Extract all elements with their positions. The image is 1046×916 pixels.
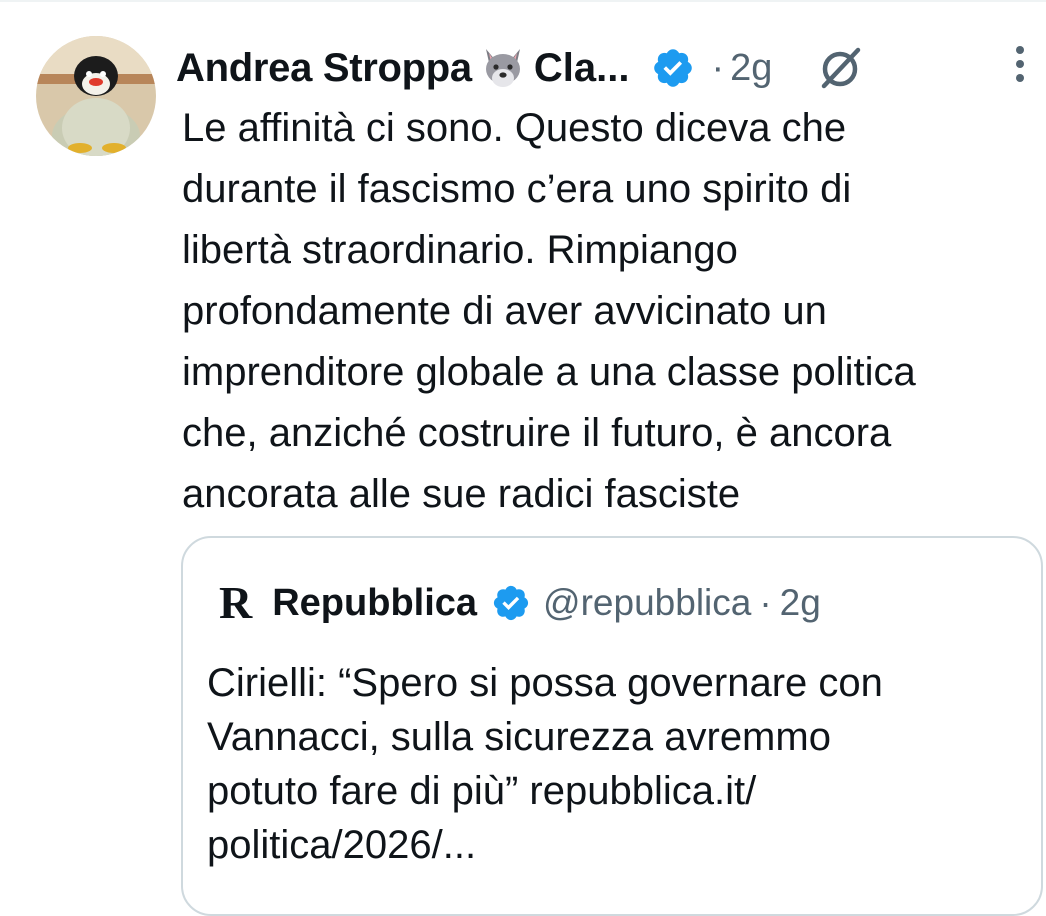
separator-dot: · — [711, 46, 725, 89]
quoted-tweet-card[interactable]: R Repubblica @repubblica · 2g Cirielli: … — [181, 536, 1043, 916]
quoted-handle[interactable]: @repubblica — [543, 582, 751, 624]
tweet-text: Le affinità ci sono. Questo diceva che d… — [182, 106, 916, 516]
tweet-header: Andrea Stroppa Cla... · 2g — [176, 40, 1036, 96]
verified-badge-icon — [651, 46, 695, 90]
display-name-truncated[interactable]: Cla... — [534, 46, 630, 91]
avatar-image — [36, 36, 156, 156]
quoted-timestamp[interactable]: 2g — [780, 582, 821, 624]
quoted-tweet-header: R Repubblica @repubblica · 2g — [219, 578, 821, 628]
repubblica-logo: R — [219, 577, 253, 628]
timestamp[interactable]: 2g — [730, 47, 772, 90]
avatar[interactable] — [36, 36, 156, 156]
verified-badge-icon — [491, 583, 531, 623]
grok-icon[interactable] — [816, 44, 864, 92]
separator-dot: · — [759, 582, 772, 623]
wolf-face-icon — [480, 45, 526, 91]
quoted-display-name[interactable]: Repubblica — [272, 582, 477, 625]
top-divider — [0, 0, 1046, 2]
more-vertical-icon[interactable] — [1012, 44, 1028, 84]
display-name[interactable]: Andrea Stroppa — [176, 46, 472, 91]
quoted-tweet-text: Cirielli: “Spero si possa governare con … — [207, 661, 883, 867]
